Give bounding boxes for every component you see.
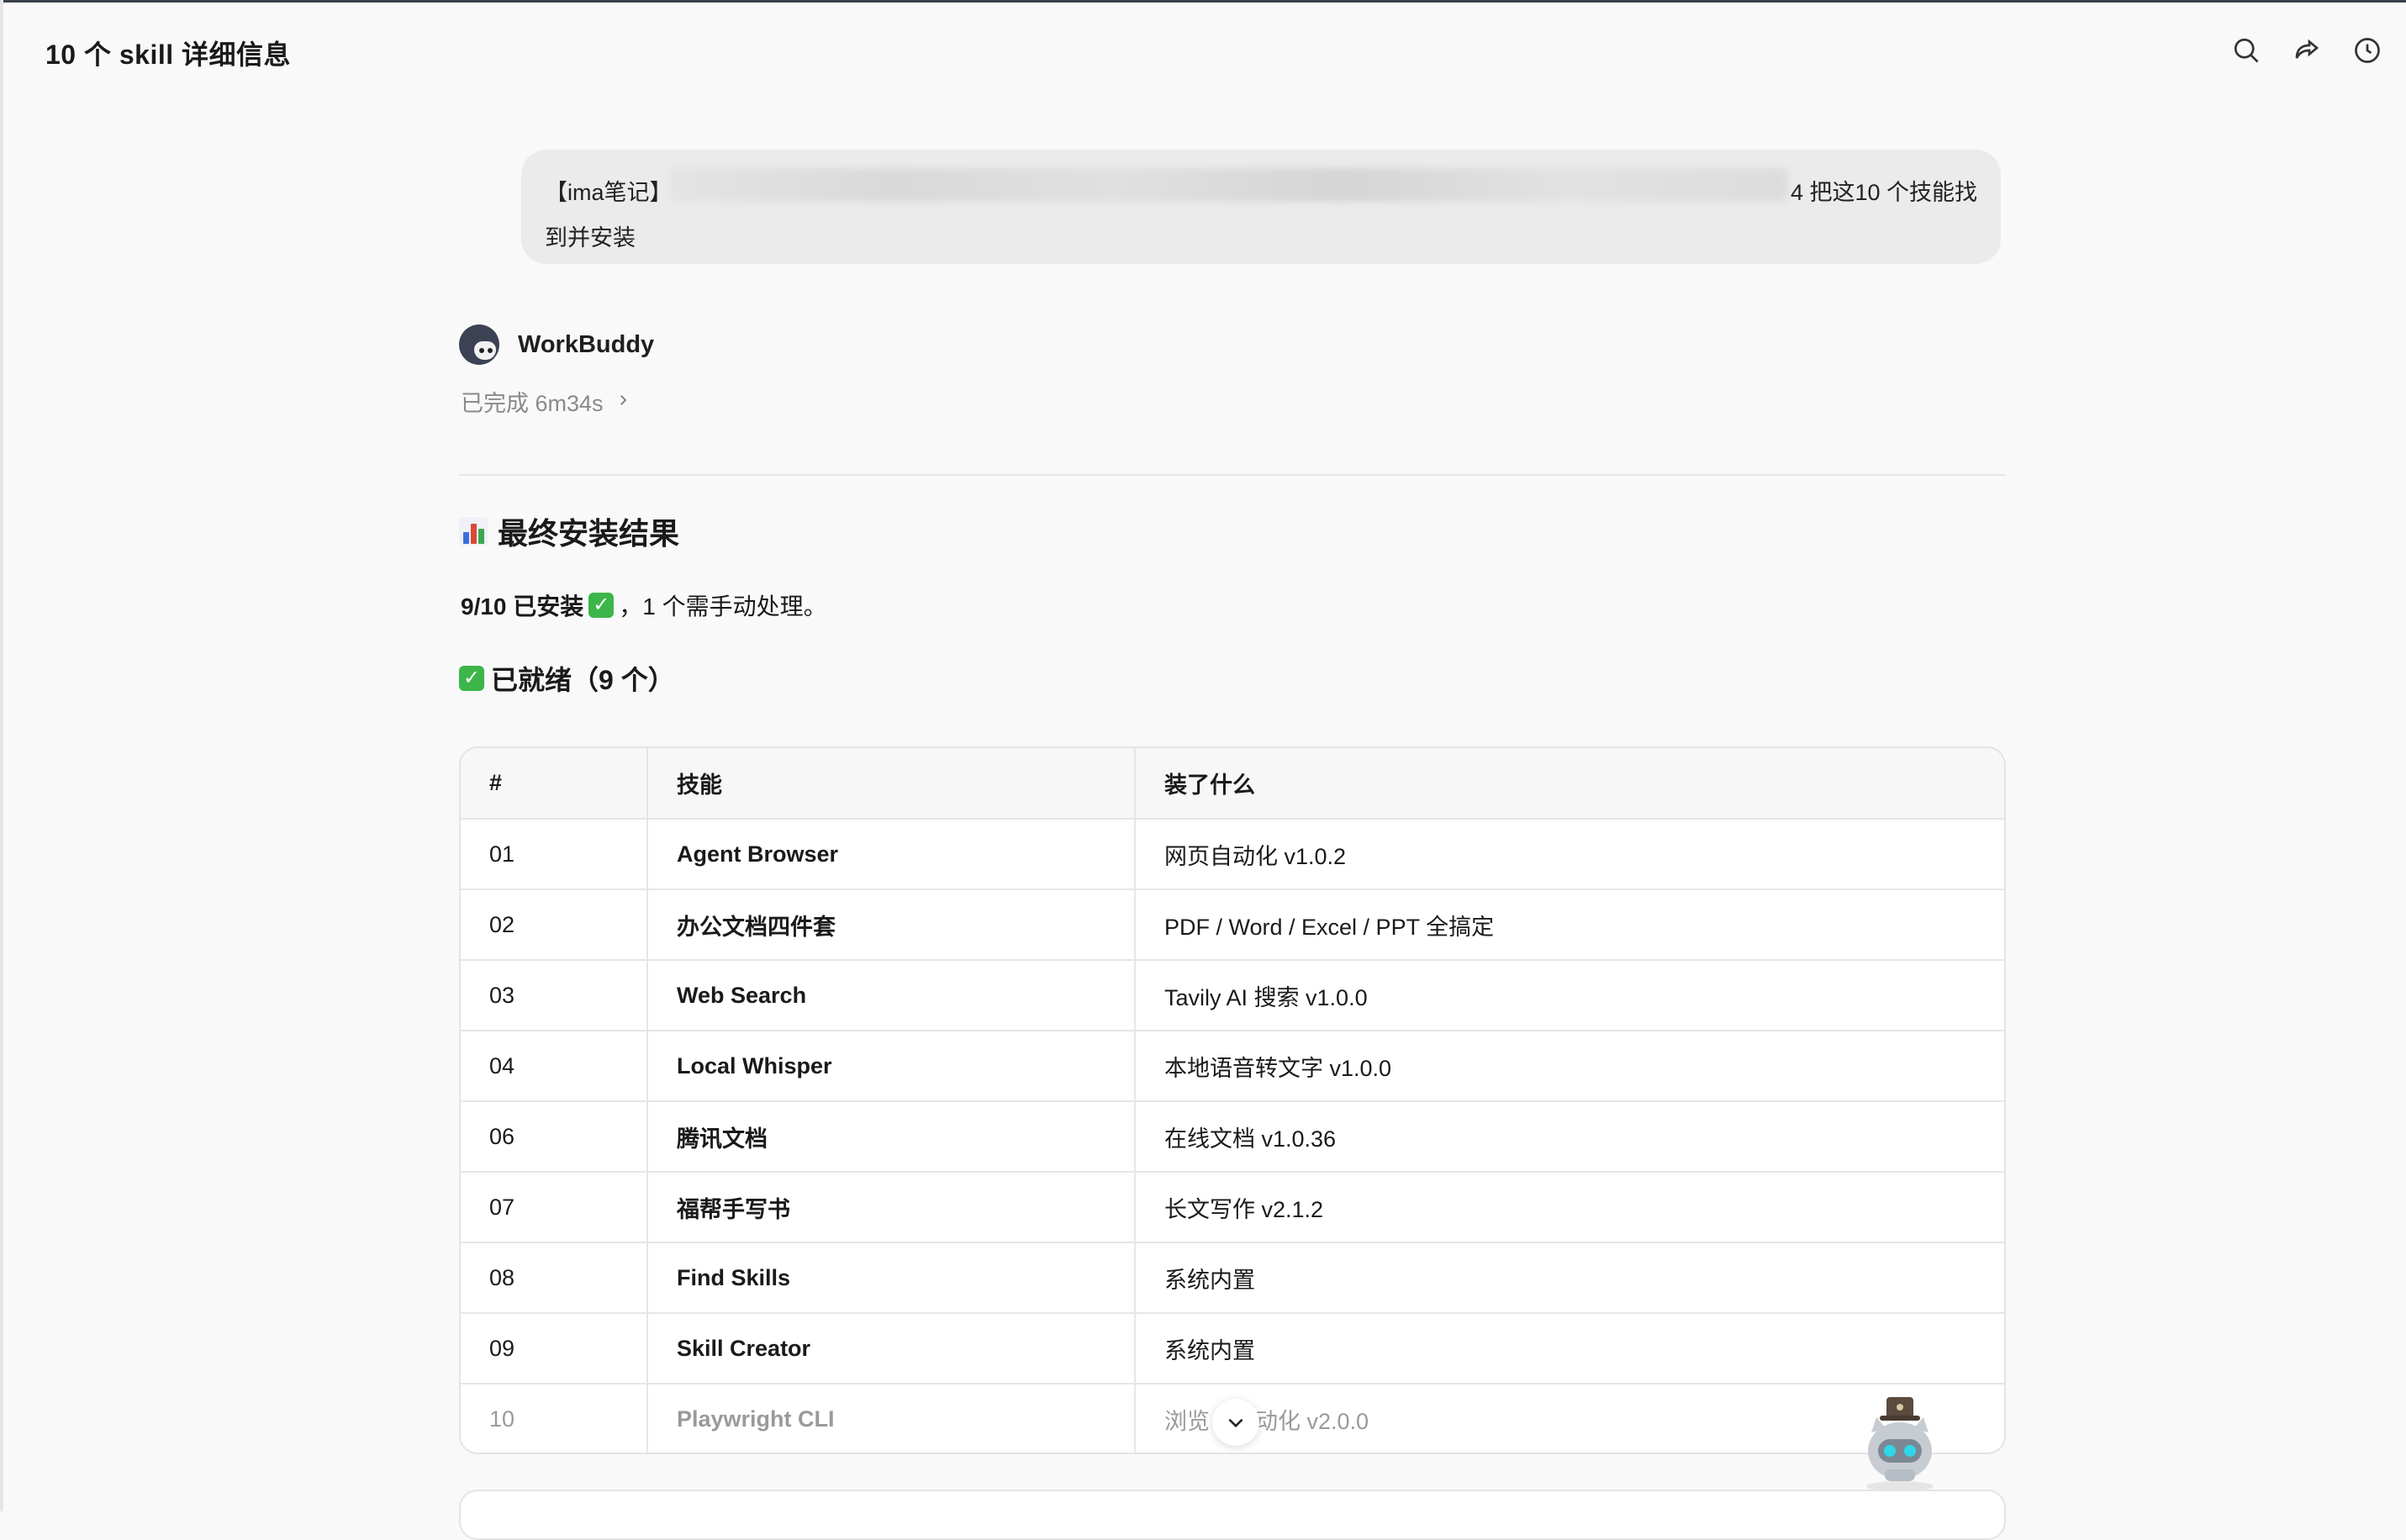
- mascot-icon[interactable]: [1849, 1392, 1950, 1493]
- chevron-right-icon: [615, 390, 631, 414]
- user-message-suffix: 4 把这10 个技能找: [1790, 180, 1977, 205]
- row-what: 系统内置: [1134, 1242, 2004, 1314]
- check-icon: ✓: [588, 593, 615, 618]
- table-row: 01 Agent Browser 网页自动化 v1.0.2: [461, 819, 2004, 890]
- agent-name: WorkBuddy: [518, 330, 655, 358]
- task-status-toggle[interactable]: 已完成 6m34s: [461, 385, 631, 418]
- scroll-to-bottom-button[interactable]: [1212, 1399, 1259, 1446]
- row-num: 08: [461, 1242, 647, 1314]
- row-skill: 福帮手写书: [646, 1172, 1135, 1243]
- row-skill: Agent Browser: [646, 819, 1135, 890]
- task-status-text: 已完成 6m34s: [461, 391, 604, 416]
- page-title: 10 个 skill 详细信息: [45, 40, 292, 70]
- result-heading-text: 最终安装结果: [498, 516, 680, 551]
- summary-rest: ，1 个需手动处理。: [619, 593, 827, 620]
- row-what: 在线文档 v1.0.36: [1134, 1101, 2004, 1173]
- header: 10 个 skill 详细信息: [0, 0, 2406, 104]
- col-header-num: #: [461, 748, 647, 820]
- table-row: 09 Skill Creator 系统内置: [461, 1313, 2004, 1384]
- skills-table: # 技能 装了什么 01 Agent Browser 网页自动化 v1.0.2 …: [459, 746, 2006, 1454]
- row-num: 01: [461, 819, 647, 890]
- row-skill: Find Skills: [646, 1242, 1135, 1314]
- row-what: Tavily AI 搜索 v1.0.0: [1134, 960, 2004, 1031]
- col-header-what: 装了什么: [1134, 748, 2004, 820]
- divider: [459, 474, 2006, 476]
- table-row: 03 Web Search Tavily AI 搜索 v1.0.0: [461, 960, 2004, 1031]
- user-message-prefix: 【ima笔记】: [545, 180, 673, 205]
- summary-count: 9/10 已安装: [461, 593, 584, 620]
- row-num: 09: [461, 1313, 647, 1384]
- row-skill: Web Search: [646, 960, 1135, 1031]
- agent-header: WorkBuddy: [459, 324, 654, 365]
- row-skill: 办公文档四件套: [646, 889, 1135, 961]
- row-what: 网页自动化 v1.0.2: [1134, 819, 2004, 890]
- row-num: 02: [461, 889, 647, 961]
- row-num: 06: [461, 1101, 647, 1173]
- row-skill: Local Whisper: [646, 1031, 1135, 1102]
- table-row: 07 福帮手写书 长文写作 v2.1.2: [461, 1172, 2004, 1243]
- row-skill: 腾讯文档: [646, 1101, 1135, 1173]
- table-row: 08 Find Skills 系统内置: [461, 1242, 2004, 1314]
- row-num: 07: [461, 1172, 647, 1243]
- row-what: 系统内置: [1134, 1313, 2004, 1384]
- share-icon[interactable]: [2288, 32, 2325, 69]
- next-message-card: [459, 1490, 2006, 1540]
- row-what: 长文写作 v2.1.2: [1134, 1172, 2004, 1243]
- row-skill: Playwright CLI: [646, 1384, 1135, 1453]
- col-header-skill: 技能: [646, 748, 1135, 820]
- redacted-link: [669, 168, 1787, 202]
- result-heading: 最终安装结果: [459, 509, 679, 553]
- row-skill: Skill Creator: [646, 1313, 1135, 1384]
- table-row: 06 腾讯文档 在线文档 v1.0.36: [461, 1101, 2004, 1173]
- avatar: [459, 324, 499, 365]
- check-icon: ✓: [459, 666, 484, 691]
- row-num: 03: [461, 960, 647, 1031]
- result-summary: 9/10 已安装 ✓ ，1 个需手动处理。: [461, 588, 827, 622]
- chevron-down-icon: [1228, 1418, 1243, 1428]
- table-row: 02 办公文档四件套 PDF / Word / Excel / PPT 全搞定: [461, 889, 2004, 961]
- ready-heading-text: 已就绪（9 个）: [491, 665, 675, 695]
- history-icon[interactable]: [2349, 32, 2386, 69]
- row-what: 本地语音转文字 v1.0.0: [1134, 1031, 2004, 1102]
- row-num: 04: [461, 1031, 647, 1102]
- bar-chart-icon: [459, 517, 488, 546]
- search-icon[interactable]: [2228, 32, 2265, 69]
- user-message-bubble: 【ima笔记】 4 把这10 个技能找 到并安装: [521, 150, 2001, 264]
- ready-heading: ✓ 已就绪（9 个）: [459, 659, 675, 698]
- table-header-row: # 技能 装了什么: [461, 748, 2004, 820]
- row-num: 10: [489, 1406, 515, 1432]
- window-left-border: [0, 0, 3, 1511]
- user-message-line2: 到并安装: [545, 225, 636, 251]
- table-row: 04 Local Whisper 本地语音转文字 v1.0.0: [461, 1031, 2004, 1102]
- row-what: PDF / Word / Excel / PPT 全搞定: [1134, 889, 2004, 961]
